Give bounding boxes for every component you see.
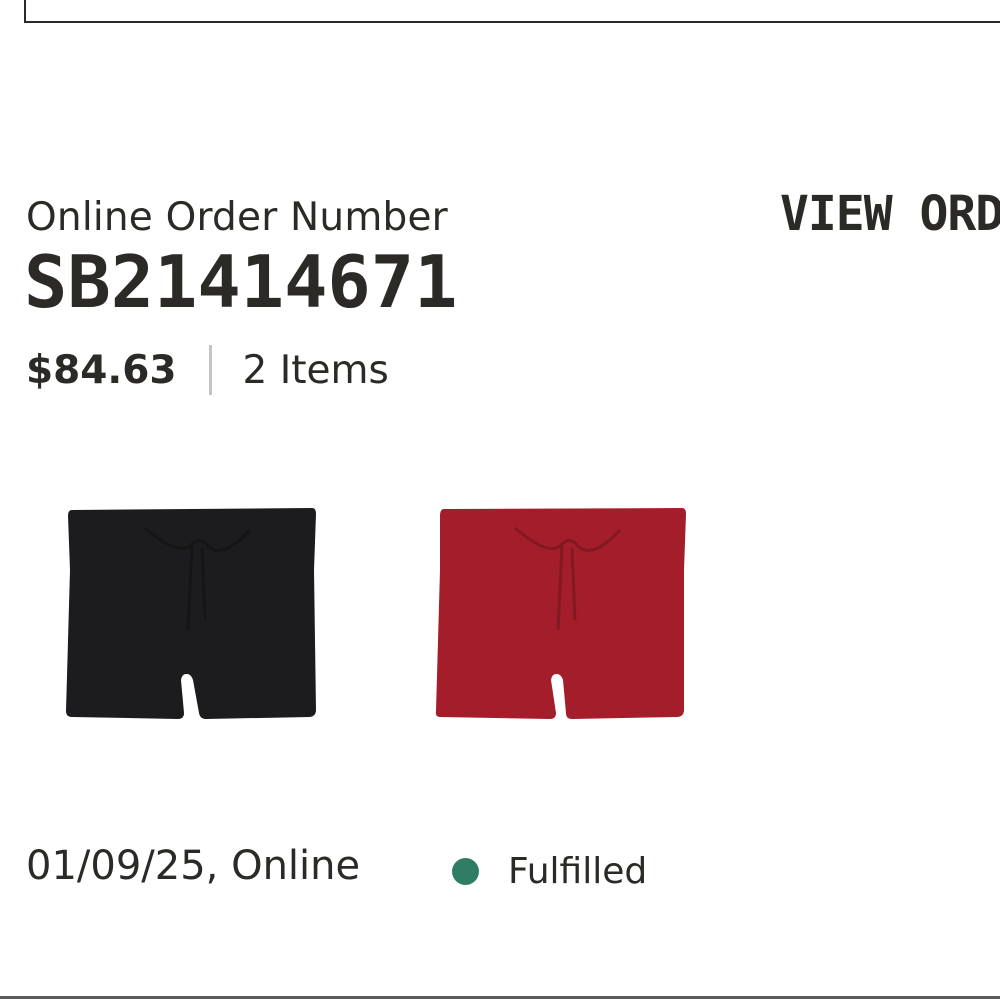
order-date-channel: 01/09/25, Online <box>26 843 361 889</box>
order-card: Online Order Number VIEW ORD SB21414671 … <box>0 0 1000 999</box>
order-status: Fulfilled <box>452 851 647 892</box>
shorts-icon <box>66 508 316 719</box>
order-total: $84.63 <box>26 347 177 393</box>
order-card-top-border <box>24 0 1000 23</box>
order-items-count: 2 Items <box>242 347 389 393</box>
status-text: Fulfilled <box>508 851 648 892</box>
order-number-label: Online Order Number <box>26 195 448 240</box>
order-summary: $84.63 2 Items <box>26 345 389 395</box>
view-order-link[interactable]: VIEW ORD <box>780 186 1000 242</box>
status-dot-icon <box>452 858 479 885</box>
shorts-icon <box>435 508 686 719</box>
summary-divider <box>208 345 212 395</box>
order-number: SB21414671 <box>24 240 458 324</box>
product-thumbnail-black-shorts[interactable] <box>50 490 350 770</box>
product-thumbnail-red-shorts[interactable] <box>420 490 720 770</box>
